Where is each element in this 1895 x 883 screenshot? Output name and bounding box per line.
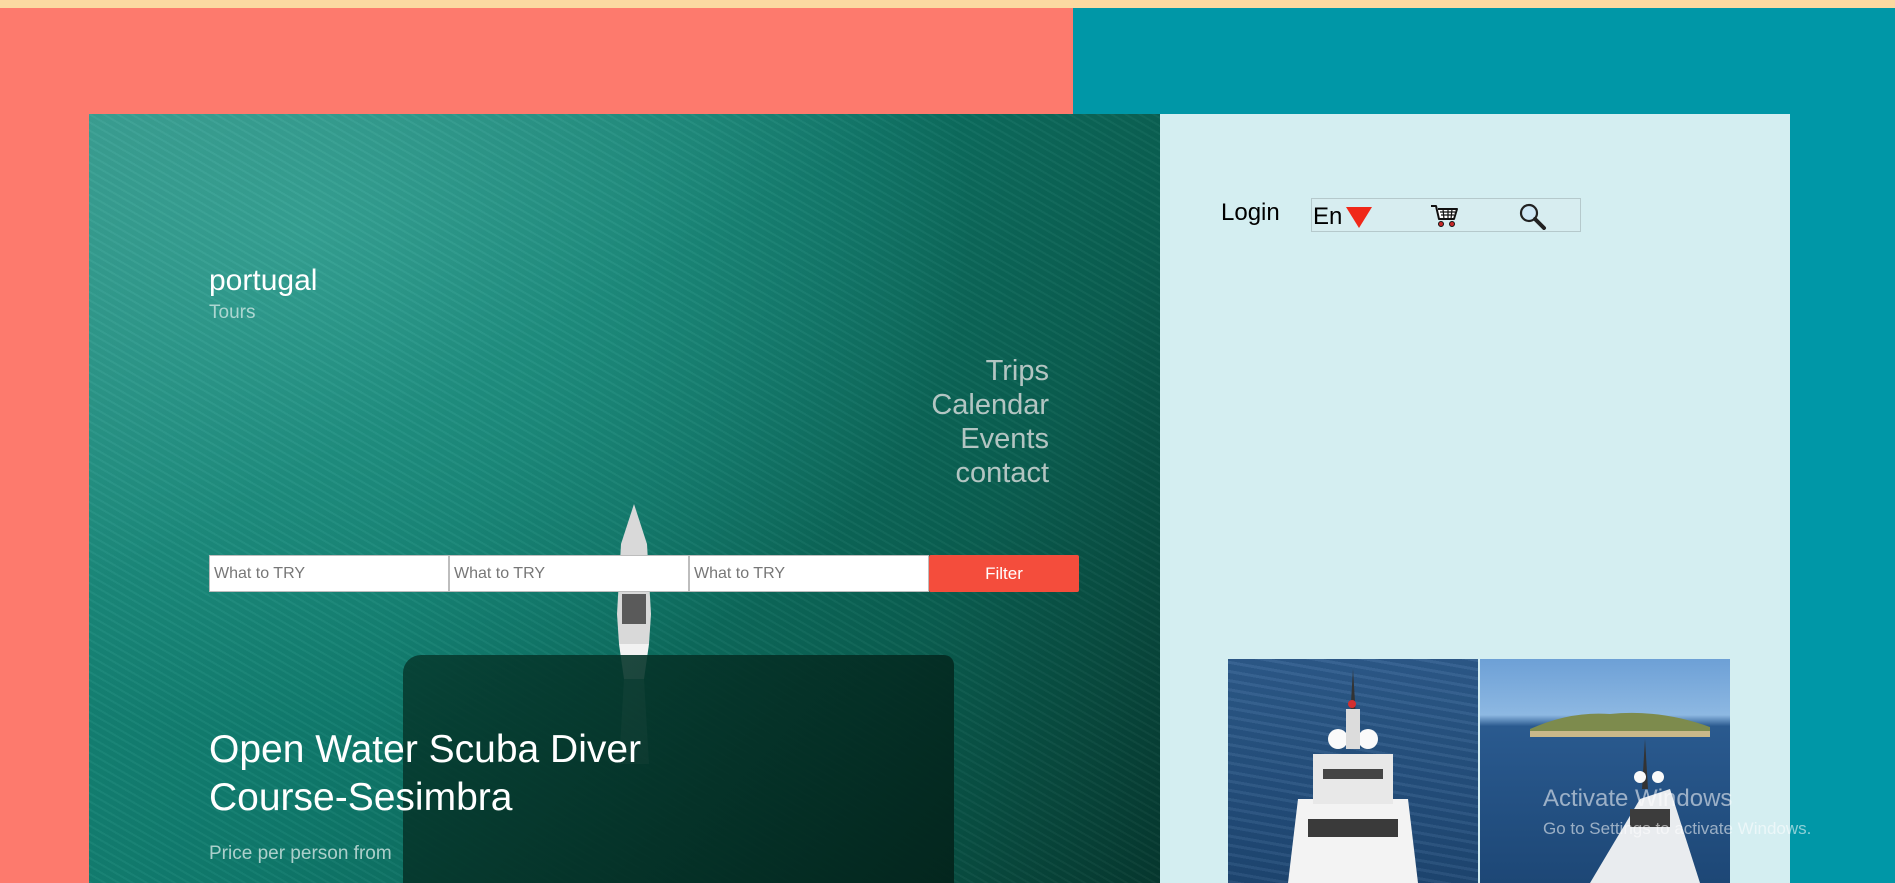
search-icon[interactable]	[1517, 202, 1547, 230]
filter-input-2[interactable]	[449, 555, 689, 592]
filter-input-3[interactable]	[689, 555, 929, 592]
yacht-image-1	[1288, 669, 1418, 883]
yacht-photo-2[interactable]	[1480, 659, 1730, 883]
main-nav: Trips Calendar Events contact	[849, 354, 1049, 490]
yacht-image-2	[1530, 712, 1710, 883]
filter-input-1[interactable]	[209, 555, 449, 592]
top-strip	[0, 0, 1895, 8]
triangle-down-icon[interactable]	[1346, 206, 1373, 228]
language-selector[interactable]: En	[1313, 203, 1373, 231]
brand-title[interactable]: portugal	[209, 264, 317, 298]
photo-gallery	[1228, 659, 1730, 883]
hero-section: portugal Tours Trips Calendar Events con…	[89, 114, 1160, 883]
filter-bar: Filter	[209, 555, 1079, 592]
brand-subtitle: Tours	[209, 302, 256, 323]
nav-item-events[interactable]: Events	[849, 422, 1049, 456]
nav-item-contact[interactable]: contact	[849, 456, 1050, 490]
cart-icon[interactable]	[1430, 203, 1460, 229]
course-title[interactable]: Open Water Scuba Diver Course-Sesimbra	[209, 726, 729, 822]
page: portugal Tours Trips Calendar Events con…	[0, 0, 1895, 883]
yacht-photo-1[interactable]	[1228, 659, 1478, 883]
header-toolbar: En	[1311, 198, 1581, 232]
price-label: Price per person from	[209, 843, 392, 864]
language-label: En	[1313, 203, 1343, 230]
nav-item-trips[interactable]: Trips	[849, 354, 1049, 388]
nav-item-calendar[interactable]: Calendar	[849, 388, 1049, 422]
side-panel: Login En	[1160, 114, 1790, 883]
login-link[interactable]: Login	[1221, 199, 1280, 227]
filter-button[interactable]: Filter	[929, 555, 1079, 592]
